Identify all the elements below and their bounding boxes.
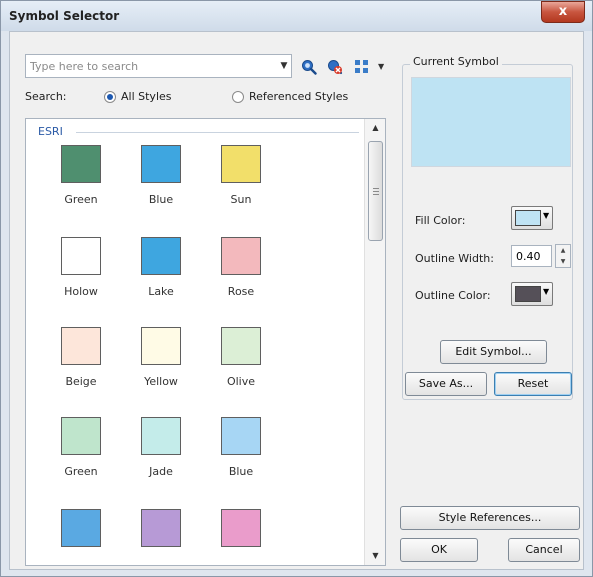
symbol-item[interactable]: Yellow [121, 327, 201, 419]
view-options-icon[interactable] [354, 58, 372, 76]
symbol-swatch [61, 417, 101, 455]
symbol-label: Blue [148, 193, 174, 206]
symbol-item[interactable]: Beige [41, 327, 121, 419]
title-bar: Symbol Selector x [1, 1, 592, 31]
outline-color-swatch [515, 286, 541, 302]
symbol-item[interactable] [121, 509, 201, 565]
reset-button[interactable]: Reset [494, 372, 572, 396]
symbol-swatch [221, 145, 261, 183]
spin-down-icon[interactable]: ▼ [556, 256, 570, 267]
symbol-label: Lake [148, 285, 174, 298]
fill-color-button[interactable]: ▼ [511, 206, 553, 230]
scroll-up-arrow-icon[interactable]: ▲ [365, 119, 385, 137]
symbol-swatch [141, 237, 181, 275]
view-options-dropdown-arrow[interactable]: ▼ [378, 62, 384, 71]
close-button[interactable]: x [541, 1, 585, 23]
all-styles-label: All Styles [121, 90, 172, 103]
symbol-label: Sun [230, 193, 252, 206]
symbol-label: Green [64, 193, 98, 206]
outline-color-button[interactable]: ▼ [511, 282, 553, 306]
current-symbol-title: Current Symbol [410, 55, 502, 68]
symbol-swatch [221, 237, 261, 275]
symbol-swatch [141, 327, 181, 365]
search-box[interactable]: ▼ [25, 54, 292, 78]
symbol-item[interactable]: Jade [121, 417, 201, 509]
symbol-item[interactable]: Holow [41, 237, 121, 329]
style-references-button[interactable]: Style References... [400, 506, 580, 530]
symbol-label: Yellow [144, 375, 178, 388]
scroll-thumb[interactable] [368, 141, 383, 241]
symbol-swatch [141, 509, 181, 547]
symbol-swatch [61, 509, 101, 547]
outline-width-label: Outline Width: [415, 252, 494, 265]
grip-icon [373, 188, 379, 196]
symbol-label: Green [64, 465, 98, 478]
symbol-label: Blue [228, 465, 254, 478]
search-scope-label: Search: [25, 90, 67, 103]
scroll-down-arrow-icon[interactable]: ▼ [365, 547, 385, 565]
referenced-styles-radio[interactable]: Referenced Styles [232, 90, 348, 103]
referenced-styles-label: Referenced Styles [249, 90, 349, 103]
spin-up-icon[interactable]: ▲ [556, 245, 570, 256]
clear-search-icon[interactable] [326, 58, 344, 76]
all-styles-radio[interactable]: All Styles [104, 90, 172, 103]
symbol-item[interactable]: Sun [201, 145, 281, 237]
radio-unselected-icon[interactable] [232, 90, 244, 103]
chevron-down-icon: ▼ [543, 287, 550, 296]
symbol-swatch [141, 417, 181, 455]
symbol-label: Jade [149, 465, 173, 478]
symbol-swatch [61, 145, 101, 183]
outline-width-spinner[interactable]: ▲ ▼ [555, 244, 571, 268]
symbol-list[interactable]: ESRI Green Blue Sun Holow Lake Rose Beige Yello… [25, 118, 386, 566]
symbol-label: Rose [227, 285, 255, 298]
symbol-swatch [221, 417, 261, 455]
search-dropdown-arrow[interactable]: ▼ [278, 58, 290, 74]
symbol-item[interactable] [201, 509, 281, 565]
ok-button[interactable]: OK [400, 538, 478, 562]
outline-color-label: Outline Color: [415, 289, 491, 302]
symbol-swatch [141, 145, 181, 183]
search-input[interactable] [30, 58, 270, 75]
search-icon[interactable] [300, 58, 318, 76]
outline-width-input[interactable] [512, 246, 551, 266]
cancel-button[interactable]: Cancel [508, 538, 580, 562]
symbol-item[interactable]: Green [41, 145, 121, 237]
vertical-scrollbar[interactable]: ▲ ▼ [364, 119, 385, 565]
symbol-swatch [221, 327, 261, 365]
symbol-preview [411, 77, 571, 167]
symbol-label: Beige [65, 375, 97, 388]
symbol-label: Olive [226, 375, 256, 388]
symbol-item[interactable]: Rose [201, 237, 281, 329]
symbol-label: Holow [64, 285, 98, 298]
symbol-item[interactable]: Blue [201, 417, 281, 509]
symbol-item[interactable]: Olive [201, 327, 281, 419]
radio-selected-icon[interactable] [104, 90, 116, 103]
save-as-button[interactable]: Save As... [405, 372, 487, 396]
symbol-item[interactable]: Lake [121, 237, 201, 329]
symbol-grid: Green Blue Sun Holow Lake Rose Beige Yellow Oliv… [26, 119, 366, 565]
edit-symbol-button[interactable]: Edit Symbol... [440, 340, 547, 364]
symbol-item[interactable]: Green [41, 417, 121, 509]
fill-color-label: Fill Color: [415, 214, 466, 227]
symbol-item[interactable] [41, 509, 121, 565]
symbol-swatch [61, 237, 101, 275]
symbol-swatch [221, 509, 261, 547]
chevron-down-icon: ▼ [543, 211, 550, 220]
symbol-swatch [61, 327, 101, 365]
window-title: Symbol Selector [9, 9, 120, 23]
fill-color-swatch [515, 210, 541, 226]
symbol-item[interactable]: Blue [121, 145, 201, 237]
outline-width-box[interactable] [511, 245, 552, 267]
